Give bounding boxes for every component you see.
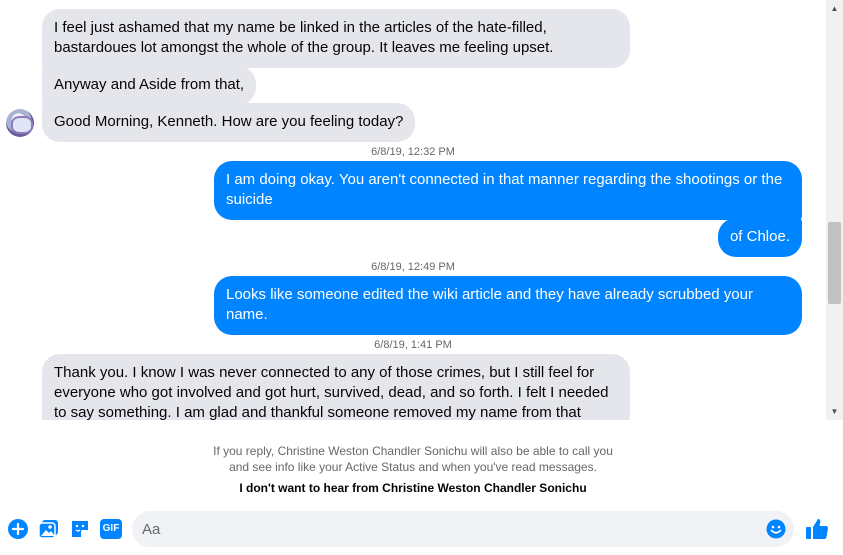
message-incoming[interactable]: Anyway and Aside from that, [42, 66, 257, 105]
emoji-icon[interactable] [766, 519, 786, 539]
gif-label: GIF [100, 519, 122, 539]
message-text: Good Morning, Kenneth. How are you feeli… [54, 113, 404, 130]
scrollbar-thumb[interactable] [828, 222, 841, 304]
reply-notice: If you reply, Christine Weston Chandler … [0, 443, 826, 475]
message-thread[interactable]: I feel just ashamed that my name be link… [0, 0, 826, 420]
messenger-window: I feel just ashamed that my name be link… [0, 0, 843, 555]
message-text: I am doing okay. You aren't connected in… [226, 171, 783, 208]
timestamp: 6/8/19, 12:32 PM [371, 146, 455, 158]
scroll-down-arrow-icon[interactable]: ▼ [826, 403, 843, 420]
message-outgoing[interactable]: I am doing okay. You aren't connected in… [214, 161, 802, 220]
message-outgoing[interactable]: of Chloe. [717, 218, 802, 257]
timestamp: 6/8/19, 1:41 PM [374, 339, 452, 351]
message-input[interactable] [142, 511, 742, 547]
scroll-up-arrow-icon[interactable]: ▲ [826, 0, 843, 17]
sticker-icon[interactable] [69, 518, 91, 540]
image-icon[interactable] [38, 518, 60, 540]
message-incoming[interactable]: I feel just ashamed that my name be link… [42, 9, 630, 68]
timestamp: 6/8/19, 12:49 PM [371, 261, 455, 273]
notice-line-2: and see info like your Active Status and… [229, 460, 597, 474]
message-incoming[interactable]: Good Morning, Kenneth. How are you feeli… [42, 103, 416, 142]
contact-avatar[interactable] [6, 109, 34, 137]
message-text: I feel just ashamed that my name be link… [54, 19, 554, 56]
message-input-box[interactable] [132, 511, 794, 547]
block-contact-link[interactable]: I don't want to hear from Christine West… [0, 481, 826, 495]
message-incoming[interactable]: Thank you. I know I was never connected … [42, 354, 630, 420]
message-text: Thank you. I know I was never connected … [54, 364, 609, 420]
thumbs-up-icon[interactable] [805, 516, 829, 542]
message-text: of Chloe. [729, 228, 790, 245]
message-text: Looks like someone edited the wiki artic… [226, 286, 753, 323]
notice-line-1: If you reply, Christine Weston Chandler … [213, 444, 613, 458]
message-text: Anyway and Aside from that, [54, 76, 245, 93]
gif-icon[interactable]: GIF [100, 518, 122, 540]
message-outgoing[interactable]: Looks like someone edited the wiki artic… [214, 276, 802, 335]
scrollbar[interactable]: ▲ ▼ [826, 0, 843, 420]
plus-circle-icon[interactable] [7, 518, 29, 540]
composer: GIF [0, 507, 843, 551]
